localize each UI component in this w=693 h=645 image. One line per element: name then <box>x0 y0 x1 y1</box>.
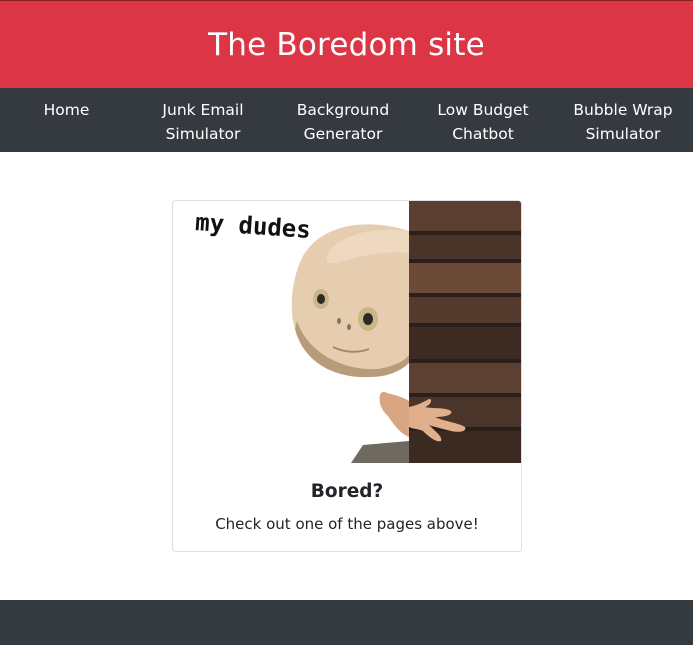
main-nav: Home Junk Email Simulator Background Gen… <box>0 88 693 152</box>
bored-card: my dudes Bored? Check out one of the pag… <box>172 200 522 552</box>
main-content: my dudes Bored? Check out one of the pag… <box>0 152 693 600</box>
nav-item-bubble-wrap-simulator[interactable]: Bubble Wrap Simulator <box>553 98 693 146</box>
card-title: Bored? <box>310 481 384 502</box>
site-header: The Boredom site <box>0 1 693 88</box>
frog-meme-image: my dudes <box>194 201 521 463</box>
nav-item-low-budget-chatbot[interactable]: Low Budget Chatbot <box>413 98 553 146</box>
site-footer <box>0 600 693 645</box>
nav-item-home[interactable]: Home <box>0 98 133 122</box>
nav-item-junk-email-simulator[interactable]: Junk Email Simulator <box>133 98 273 146</box>
card-text: Check out one of the pages above! <box>215 515 479 533</box>
image-caption: my dudes <box>194 208 311 244</box>
site-title: The Boredom site <box>208 26 485 63</box>
nav-item-background-generator[interactable]: Background Generator <box>273 98 413 146</box>
